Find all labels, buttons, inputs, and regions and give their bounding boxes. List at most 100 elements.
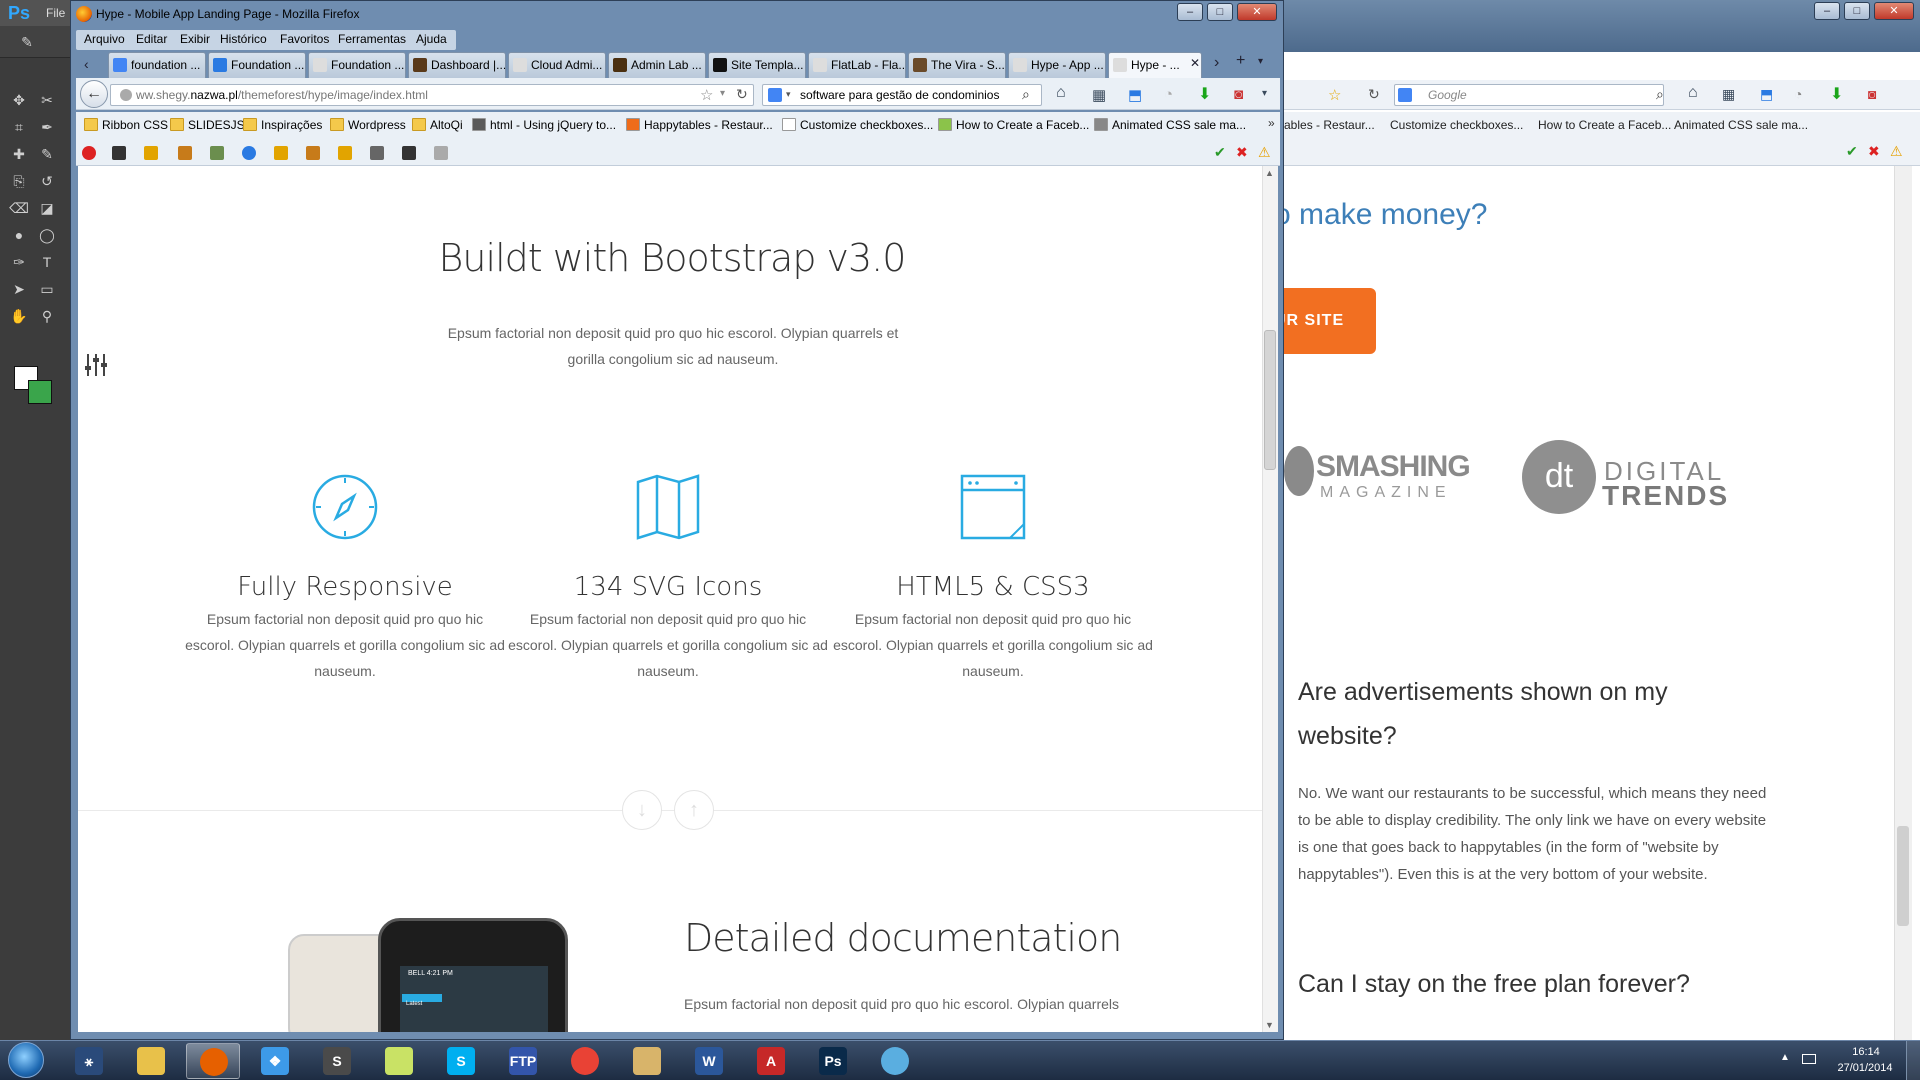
tab[interactable]: Hype - App ...: [1008, 52, 1106, 78]
check-icon[interactable]: ✔: [1214, 144, 1226, 161]
tab[interactable]: Hype - ...: [1108, 52, 1202, 78]
addon-icon[interactable]: ◙: [1868, 86, 1876, 102]
show-desktop-button[interactable]: [1906, 1041, 1920, 1080]
rss-icon[interactable]: ◔: [1794, 86, 1802, 102]
miscellaneous-icon[interactable]: [274, 146, 288, 160]
tab[interactable]: Admin Lab ...: [608, 52, 706, 78]
pen-tool-icon[interactable]: ✑: [8, 252, 30, 272]
brush-tool-icon[interactable]: ✎: [36, 144, 58, 164]
google-search-engine-icon[interactable]: [1398, 88, 1412, 102]
addon-icon[interactable]: ◙: [1234, 86, 1243, 103]
bookmark-item[interactable]: Wordpress: [330, 118, 406, 132]
check-icon[interactable]: ✔: [1846, 143, 1858, 160]
blur-tool-icon[interactable]: ●: [8, 225, 30, 245]
scroll-down-button[interactable]: ↓: [622, 790, 662, 830]
bookmark-item[interactable]: How to Create a Faceb...: [938, 118, 1089, 132]
taskbar-folder-button[interactable]: [620, 1043, 674, 1079]
tab[interactable]: foundation ...: [108, 52, 206, 78]
taskbar-explorer-button[interactable]: [124, 1043, 178, 1079]
bookmark-item[interactable]: How to Create a Faceb...: [1538, 118, 1671, 132]
clock-date[interactable]: 27/01/2014: [1830, 1062, 1900, 1074]
page-scrollbar[interactable]: [1262, 166, 1278, 1032]
minimize-button[interactable]: –: [1177, 3, 1203, 21]
reload-icon[interactable]: ↻: [736, 86, 748, 103]
maximize-button[interactable]: □: [1207, 3, 1233, 21]
close-button[interactable]: ✕: [1237, 3, 1277, 21]
history-brush-icon[interactable]: ↺: [36, 171, 58, 191]
bookmark-item[interactable]: Animated CSS sale ma...: [1674, 118, 1808, 132]
background-color-swatch[interactable]: [28, 380, 52, 404]
css-icon[interactable]: [144, 146, 158, 160]
images-icon[interactable]: [210, 146, 224, 160]
bookmark-star-icon[interactable]: ☆: [1328, 86, 1341, 104]
options-icon[interactable]: [434, 146, 448, 160]
maximize-button[interactable]: □: [1844, 2, 1870, 20]
scroll-up-button[interactable]: ↑: [674, 790, 714, 830]
move-tool-icon[interactable]: ✥: [8, 90, 30, 110]
back-button[interactable]: ←: [80, 80, 108, 108]
site-identity-icon[interactable]: [120, 89, 132, 101]
bookmark-item[interactable]: SLIDESJS: [170, 118, 245, 132]
scroll-up-arrow-icon[interactable]: ▲: [1265, 168, 1274, 178]
network-icon[interactable]: [1802, 1054, 1816, 1064]
search-icon[interactable]: ⌕: [1022, 86, 1030, 103]
taskbar-acrobat-button[interactable]: A: [744, 1043, 798, 1079]
tray-expand-icon[interactable]: ▲: [1780, 1052, 1790, 1063]
cookies-icon[interactable]: [112, 146, 126, 160]
eyedropper-tool-icon[interactable]: ✒: [36, 117, 58, 137]
resize-icon[interactable]: [338, 146, 352, 160]
tools-icon[interactable]: [370, 146, 384, 160]
hand-tool-icon[interactable]: ✋: [8, 306, 30, 326]
extension-icon[interactable]: ⬒: [1760, 86, 1773, 103]
taskbar-launchy-button[interactable]: ⚹: [62, 1043, 116, 1079]
menu-ferramentas[interactable]: Ferramentas: [338, 32, 406, 46]
taskbar-word-button[interactable]: W: [682, 1043, 736, 1079]
bookmark-item[interactable]: Customize checkboxes...: [782, 118, 933, 132]
information-icon[interactable]: [242, 146, 256, 160]
extension-icon[interactable]: ⬒: [1128, 86, 1142, 104]
bookmark-star-icon[interactable]: ☆: [700, 86, 713, 104]
tab[interactable]: Foundation ...: [208, 52, 306, 78]
bookmark-item[interactable]: Ribbon CSS: [84, 118, 168, 132]
tab[interactable]: The Vira - S...: [908, 52, 1006, 78]
scroll-down-arrow-icon[interactable]: ▼: [1265, 1020, 1274, 1030]
search-icon[interactable]: ⌕: [1656, 86, 1664, 103]
bookmark-item[interactable]: ables - Restaur...: [1284, 118, 1375, 132]
reload-icon[interactable]: ↻: [1368, 86, 1380, 103]
menu-dropdown-icon[interactable]: ▾: [1262, 88, 1267, 99]
background-window-titlebar[interactable]: – □ ✕: [1250, 0, 1920, 52]
menu-arquivo[interactable]: Arquivo: [84, 32, 125, 46]
taskbar-ftp-button[interactable]: FTP: [496, 1043, 550, 1079]
bookmarks-overflow-icon[interactable]: »: [1268, 116, 1275, 130]
healing-tool-icon[interactable]: ✚: [8, 144, 30, 164]
menu-editar[interactable]: Editar: [136, 32, 167, 46]
photoshop-file-menu[interactable]: File: [46, 6, 65, 20]
disable-icon[interactable]: [82, 146, 96, 160]
page-scrollbar-thumb[interactable]: [1264, 330, 1276, 470]
tab[interactable]: Foundation ...: [308, 52, 406, 78]
tab[interactable]: Site Templa...: [708, 52, 806, 78]
clock-time[interactable]: 16:14: [1836, 1046, 1896, 1058]
path-select-icon[interactable]: ➤: [8, 279, 30, 299]
bookmark-item[interactable]: Inspirações: [243, 118, 322, 132]
error-icon[interactable]: ✖: [1868, 143, 1880, 160]
minimize-button[interactable]: –: [1814, 2, 1840, 20]
taskbar-skype-button[interactable]: S: [434, 1043, 488, 1079]
rss-icon[interactable]: ◔: [1164, 86, 1173, 103]
taskbar-notes-button[interactable]: [372, 1043, 426, 1079]
grid-icon[interactable]: ▦: [1722, 86, 1735, 103]
error-icon[interactable]: ✖: [1236, 144, 1248, 161]
taskbar-dropbox-button[interactable]: ❖: [248, 1043, 302, 1079]
tabs-scroll-right-icon[interactable]: ›: [1214, 54, 1219, 72]
crop-tool-icon[interactable]: ⌗: [8, 117, 30, 137]
dodge-tool-icon[interactable]: ◯: [36, 225, 58, 245]
paint-bucket-icon[interactable]: ◪: [36, 198, 58, 218]
menu-ajuda[interactable]: Ajuda: [416, 32, 447, 46]
google-search-engine-icon[interactable]: [768, 88, 782, 102]
new-tab-icon[interactable]: +: [1236, 52, 1245, 70]
taskbar-chrome-button[interactable]: [558, 1043, 612, 1079]
tab-list-icon[interactable]: ▾: [1258, 56, 1263, 67]
bookmark-item[interactable]: AltoQi: [412, 118, 463, 132]
warning-icon[interactable]: ⚠: [1258, 144, 1271, 161]
home-icon[interactable]: ⌂: [1688, 84, 1698, 102]
